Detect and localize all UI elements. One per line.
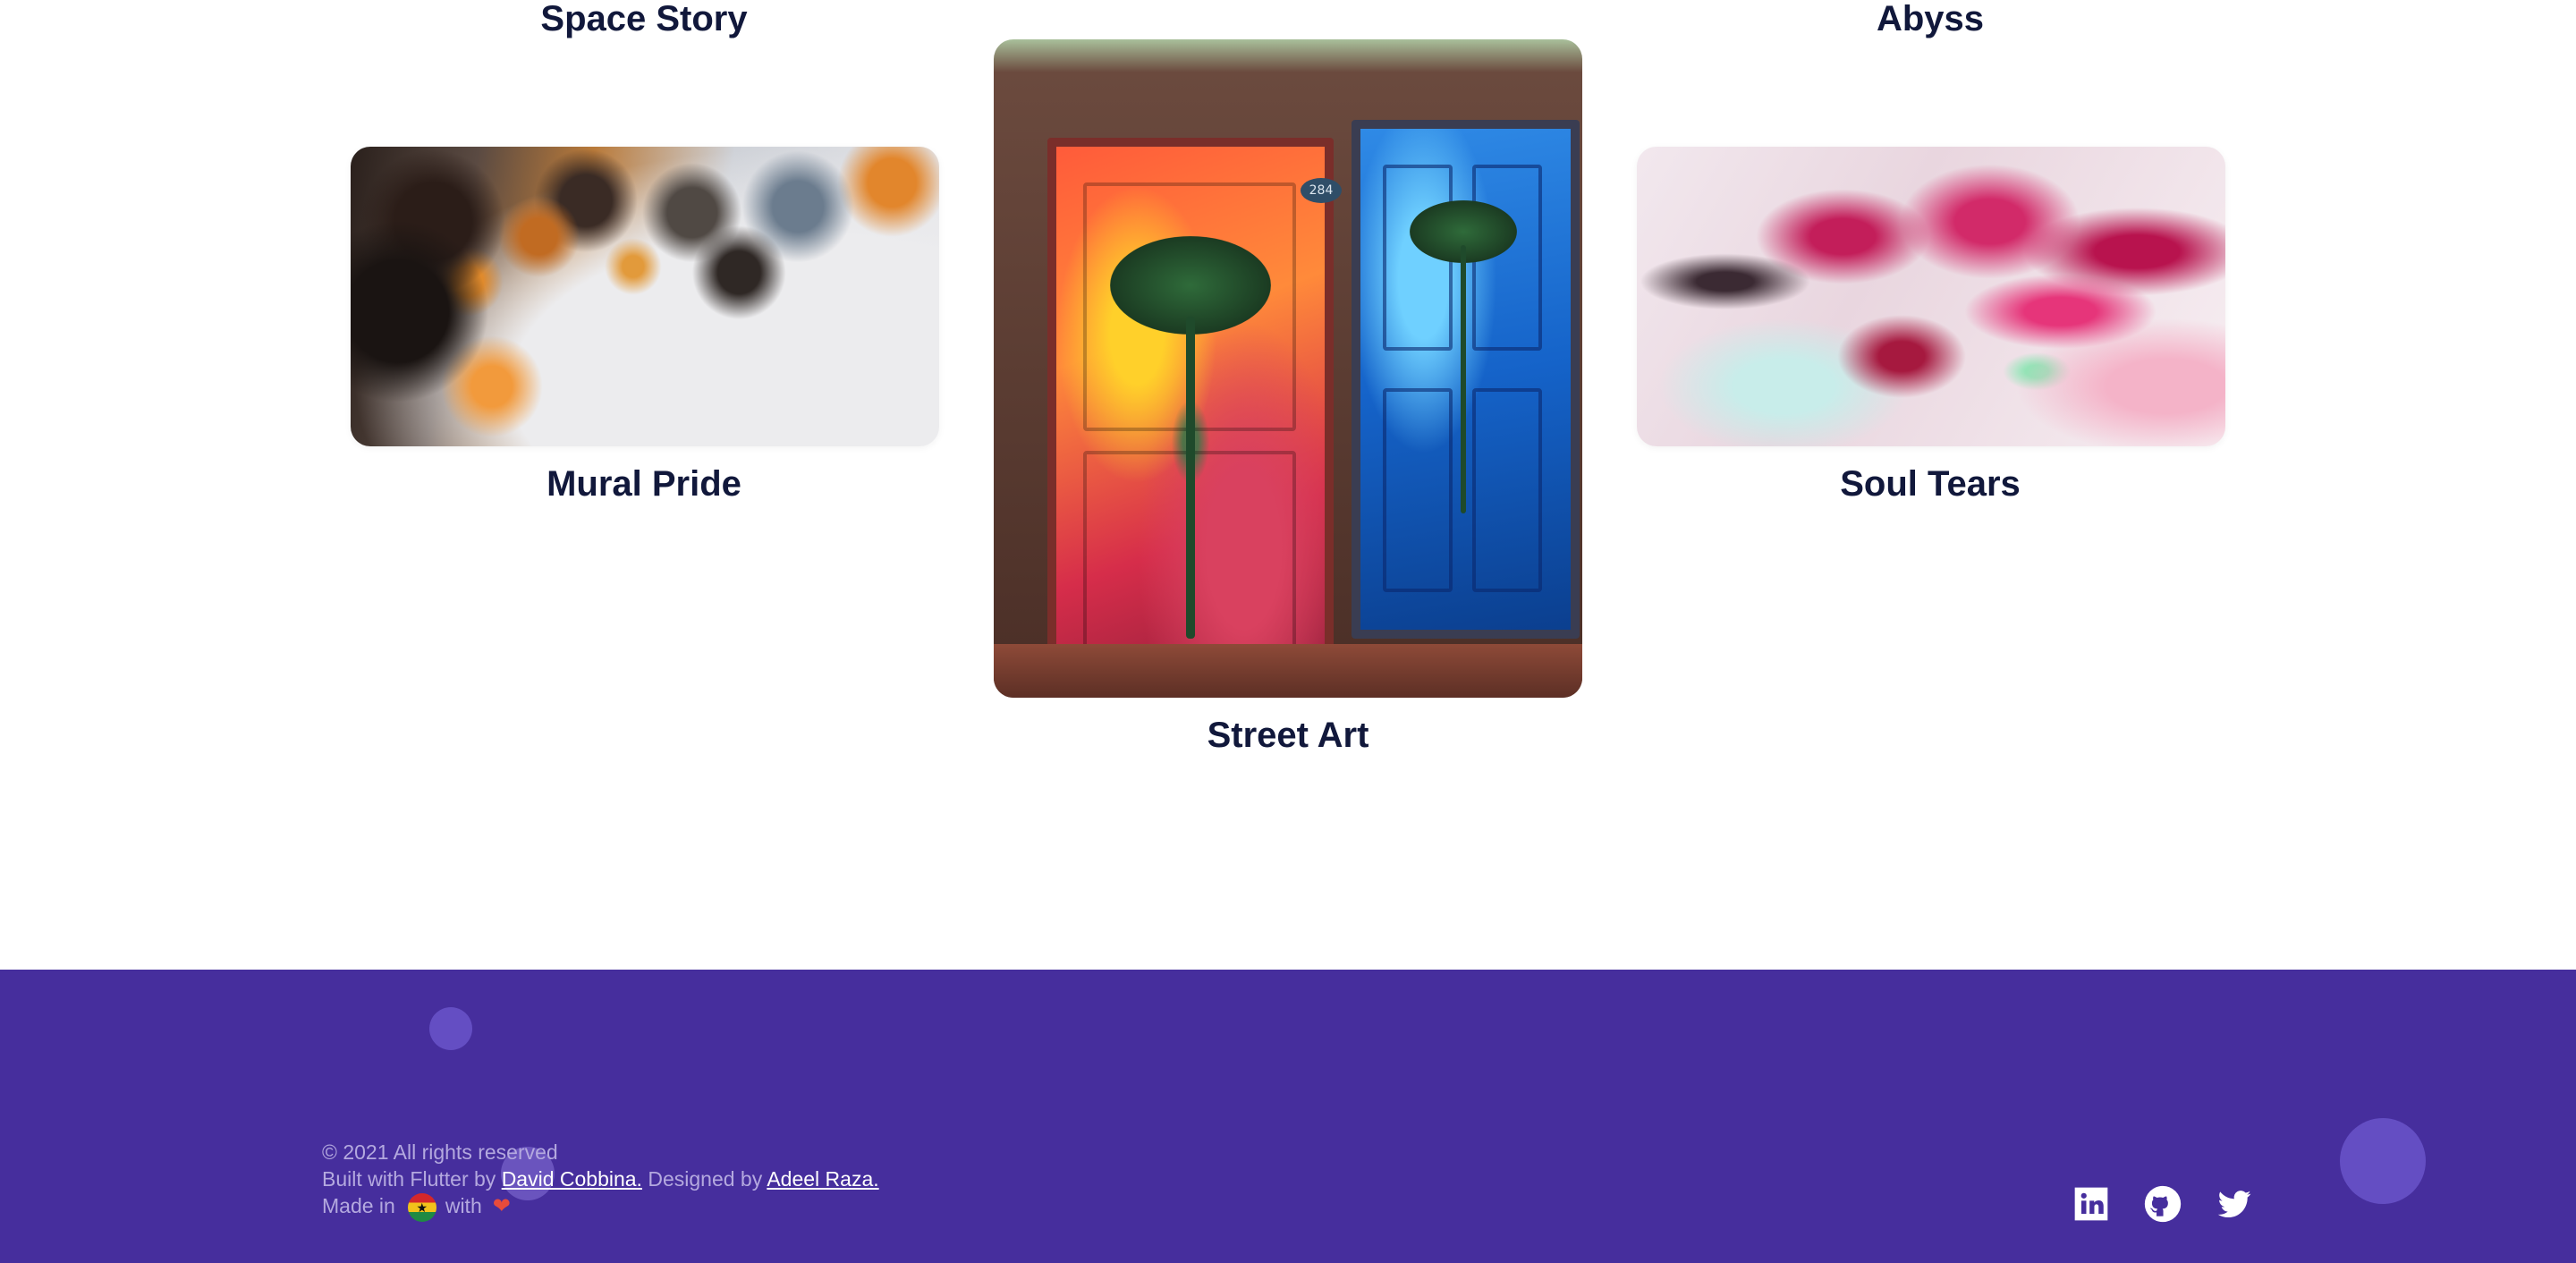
soul-tears-title: Soul Tears (1840, 464, 2021, 504)
space-story-title: Space Story (540, 0, 748, 38)
abyss-title: Abyss (1876, 0, 1985, 38)
developer-link[interactable]: David Cobbina. (502, 1167, 642, 1191)
red-door (1047, 138, 1334, 692)
designer-link[interactable]: Adeel Raza. (767, 1167, 878, 1191)
github-icon[interactable] (2143, 1184, 2182, 1224)
street-art-title: Street Art (1207, 716, 1369, 755)
soul-tears-image[interactable] (1637, 147, 2225, 446)
credits-line: Built with Flutter by David Cobbina. Des… (322, 1166, 879, 1191)
decor-bubble (2340, 1118, 2426, 1204)
door-step (994, 644, 1582, 698)
mural-pride-image[interactable] (351, 147, 939, 446)
street-art-image[interactable]: 284 (994, 39, 1582, 698)
door-number-plate: 284 (1301, 178, 1342, 203)
built-with-label: Built with Flutter by (322, 1167, 502, 1191)
made-in-label: Made in (322, 1194, 395, 1218)
linkedin-icon[interactable] (2072, 1184, 2111, 1224)
ghana-flag-icon (407, 1193, 436, 1222)
heart-icon: ❤ (492, 1194, 511, 1219)
decor-bubble (429, 1007, 472, 1050)
copyright-text: © 2021 All rights reserved (322, 1140, 558, 1164)
made-in-line: Made in with ❤ (322, 1193, 511, 1222)
twitter-icon[interactable] (2215, 1184, 2254, 1224)
designed-by-label: Designed by (641, 1167, 767, 1191)
blue-door (1352, 120, 1580, 639)
with-label: with (445, 1194, 482, 1218)
mural-pride-title: Mural Pride (547, 464, 741, 504)
